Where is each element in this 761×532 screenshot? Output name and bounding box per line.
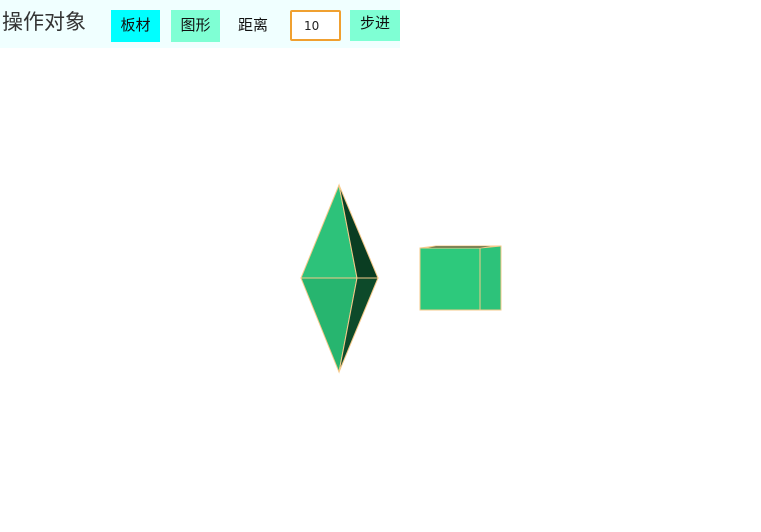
- cube-face-front: [419, 247, 481, 311]
- step-button[interactable]: 步进: [350, 10, 400, 41]
- operation-target-label: 操作对象: [2, 10, 86, 34]
- distance-input[interactable]: [290, 10, 341, 41]
- octahedron-shape[interactable]: [300, 183, 379, 374]
- 3d-viewport[interactable]: [0, 0, 761, 532]
- toolbar: 操作对象 板材 图形 距离 步进: [0, 0, 400, 48]
- board-button[interactable]: 板材: [111, 10, 160, 42]
- shape-button[interactable]: 图形: [171, 10, 220, 42]
- distance-label: 距离: [238, 16, 269, 34]
- cube-shape[interactable]: [419, 245, 502, 311]
